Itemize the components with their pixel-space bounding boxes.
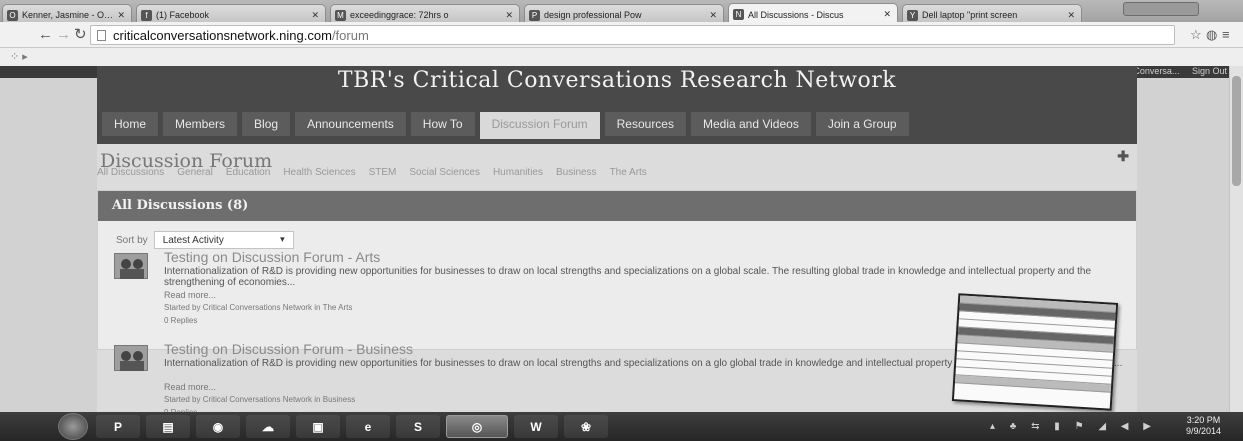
sort-select[interactable]: Latest Activity ▾ [153, 231, 294, 249]
read-more-link[interactable]: Read more... [164, 290, 216, 300]
close-icon[interactable]: ✕ [1067, 10, 1075, 21]
nav-members[interactable]: Members [163, 112, 238, 136]
discussion-title-link[interactable]: Testing on Discussion Forum - Business [164, 341, 413, 357]
skype-icon[interactable]: S [396, 415, 440, 438]
nav-blog[interactable]: Blog [242, 112, 291, 136]
read-more-link[interactable]: Read more... [164, 382, 216, 392]
apps-icon[interactable]: ⁘ ▸ [10, 50, 28, 63]
site-header: TBR's Critical Conversations Research Ne… [97, 66, 1137, 144]
started-by-text: Started by Critical Conversations Networ… [164, 395, 356, 404]
nav-announcements[interactable]: Announcements [295, 112, 406, 136]
photos-icon[interactable]: ❀ [564, 415, 608, 438]
site-title: TBR's Critical Conversations Research Ne… [337, 68, 897, 93]
sort-bar: Sort by Latest Activity ▾ [116, 231, 294, 249]
nav-home[interactable]: Home [102, 112, 159, 136]
tab-label: All Discussions - Discus [748, 9, 844, 20]
close-icon[interactable]: ✕ [117, 10, 125, 21]
sort-value: Latest Activity [162, 235, 224, 246]
media-player-icon[interactable]: ◉ [196, 415, 240, 438]
browser-toolbar: ← → ↻ criticalconversationsnetwork.ning.… [0, 22, 1243, 48]
category-all-discussions[interactable]: All Discussions [97, 167, 164, 178]
tab-label: Dell laptop "print screen [922, 10, 1018, 20]
nav-join-a-group[interactable]: Join a Group [815, 112, 909, 136]
category-health-sciences[interactable]: Health Sciences [283, 167, 355, 178]
nav-resources[interactable]: Resources [604, 112, 686, 136]
nav-discussion-forum[interactable]: Discussion Forum [479, 112, 600, 139]
chrome-icon[interactable]: ◎ [446, 415, 508, 438]
system-tray[interactable]: ▴ ♣ ⇆ ▮ ⚑ ◢ ◀ ▶ [990, 421, 1157, 432]
forward-arrow-icon[interactable]: → [56, 26, 71, 44]
main-nav: Home Members Blog Announcements How To D… [102, 112, 909, 139]
powerpoint-icon[interactable]: P [96, 415, 140, 438]
page-scrollbar[interactable] [1229, 66, 1243, 412]
ning-icon: N [733, 9, 744, 20]
windows-taskbar: P ▤ ◉ ☁ ▣ e S ◎ W ❀ ▴ ♣ ⇆ ▮ ⚑ ◢ ◀ ▶ 3:20… [0, 412, 1243, 441]
dropdown-arrow-icon: ▾ [280, 234, 285, 244]
facebook-icon: f [141, 9, 152, 21]
category-the-arts[interactable]: The Arts [610, 167, 647, 178]
browser-tab-facebook[interactable]: f (1) Facebook ✕ [136, 4, 326, 22]
tab-label: Kenner, Jasmine - Outlo [22, 10, 114, 20]
category-general[interactable]: General [177, 167, 213, 178]
overlay-thumbnail [951, 293, 1119, 411]
file-explorer-icon[interactable]: ▤ [146, 415, 190, 438]
browser-tab-all-discussions[interactable]: N All Discussions - Discus ✕ [728, 3, 898, 22]
extension-icon[interactable]: ◍ [1206, 27, 1217, 43]
browser-tab-outlook[interactable]: O Kenner, Jasmine - Outlo ✕ [2, 4, 132, 22]
close-icon[interactable]: ✕ [709, 10, 717, 21]
start-button[interactable] [58, 413, 88, 440]
category-education[interactable]: Education [226, 167, 270, 178]
word-icon[interactable]: W [514, 415, 558, 438]
started-by-text: Started by Critical Conversations Networ… [164, 303, 353, 312]
address-bar[interactable]: criticalconversationsnetwork.ning.com/fo… [90, 25, 1175, 45]
tab-label: design professional Pow [544, 10, 642, 20]
taskbar-clock[interactable]: 3:20 PM 9/9/2014 [1186, 415, 1221, 437]
category-stem[interactable]: STEM [369, 167, 397, 178]
yahoo-icon: Y [907, 9, 918, 21]
url-domain: criticalconversationsnetwork.ning.com [113, 28, 332, 43]
bookmarks-bar: ⁘ ▸ [0, 48, 1243, 66]
back-arrow-icon[interactable]: ← [38, 26, 53, 44]
outlook-icon: O [7, 9, 18, 21]
media-icon[interactable]: ▣ [296, 415, 340, 438]
discussion-title-link[interactable]: Testing on Discussion Forum - Arts [164, 249, 380, 265]
close-icon[interactable]: ✕ [883, 9, 891, 20]
replies-count[interactable]: 0 Replies [164, 316, 197, 325]
category-humanities[interactable]: Humanities [493, 167, 543, 178]
close-icon[interactable]: ✕ [505, 10, 513, 21]
panel-title: All Discussions (8) [98, 191, 1136, 221]
tab-label: exceedinggrace: 72hrs o [350, 10, 449, 20]
discussion-excerpt: Internationalization of R&D is providing… [164, 266, 1092, 288]
clock-time: 3:20 PM [1186, 415, 1221, 425]
category-business[interactable]: Business [556, 167, 597, 178]
browser-tab-strip: O Kenner, Jasmine - Outlo ✕ f (1) Facebo… [0, 0, 1243, 22]
category-links: All Discussions General Education Health… [97, 167, 647, 178]
category-social-sciences[interactable]: Social Sciences [409, 167, 480, 178]
window-controls[interactable] [1123, 2, 1199, 16]
browser-tab-gmail[interactable]: M exceedinggrace: 72hrs o ✕ [330, 4, 520, 22]
url-path: /forum [331, 28, 369, 43]
avatar[interactable] [114, 345, 148, 371]
tab-label: (1) Facebook [156, 10, 210, 20]
add-icon[interactable]: ✚ [1117, 148, 1129, 165]
menu-icon[interactable]: ≡ [1222, 27, 1230, 42]
close-icon[interactable]: ✕ [311, 10, 319, 21]
onedrive-icon[interactable]: ☁ [246, 415, 290, 438]
clock-date: 9/9/2014 [1185, 426, 1221, 436]
gmail-icon: M [335, 9, 346, 21]
star-icon[interactable]: ☆ [1190, 27, 1202, 43]
browser-tab-dell[interactable]: Y Dell laptop "print screen ✕ [902, 4, 1082, 22]
page-icon [97, 30, 106, 41]
nav-media-and-videos[interactable]: Media and Videos [690, 112, 811, 136]
browser-tab-pinterest[interactable]: P design professional Pow ✕ [524, 4, 724, 22]
pinterest-icon: P [529, 9, 540, 21]
avatar[interactable] [114, 253, 148, 279]
sort-label: Sort by [116, 234, 148, 246]
internet-explorer-icon[interactable]: e [346, 415, 390, 438]
reload-icon[interactable]: ↻ [74, 26, 87, 44]
scrollbar-thumb[interactable] [1232, 76, 1241, 186]
sign-out-link[interactable]: Sign Out [1192, 66, 1227, 76]
nav-how-to[interactable]: How To [410, 112, 475, 136]
